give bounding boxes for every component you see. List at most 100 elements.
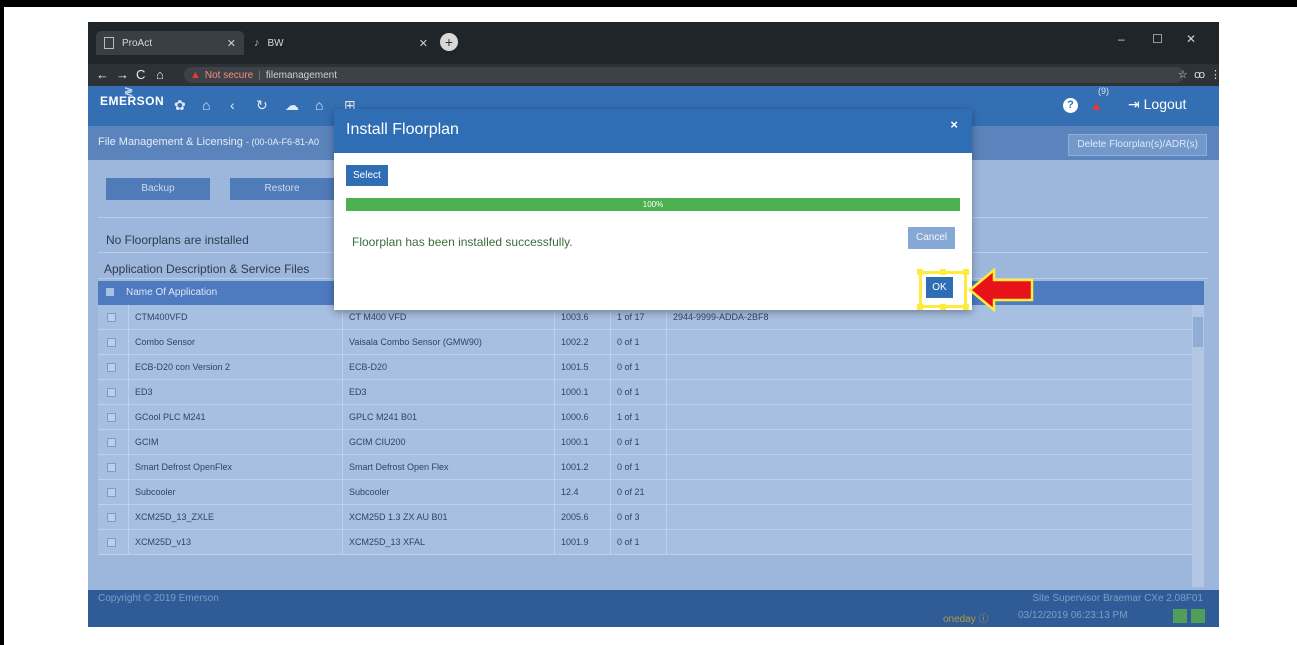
table-row[interactable]: Subcooler Subcooler 12.4 0 of 21	[98, 480, 1192, 505]
modal-header: Install Floorplan ×	[334, 109, 972, 153]
row-checkbox[interactable]	[107, 388, 116, 397]
browser-tab-bar: ProAct ✕ ♪ BW ✕ + – ☐ ✕	[88, 22, 1219, 64]
row-checkbox[interactable]	[107, 513, 116, 522]
browser-tab-bw[interactable]: ♪ BW ✕	[246, 31, 436, 55]
alarm-count: (9)	[1098, 86, 1109, 96]
copyright-text: Copyright © 2019 Emerson	[98, 593, 219, 604]
select-file-button[interactable]: Select	[346, 165, 388, 186]
home-icon[interactable]: ⌂	[202, 97, 210, 113]
info-icon: ⓘ	[978, 614, 989, 625]
url-field[interactable]: ▲ Not secure | filemanagement	[184, 67, 1184, 83]
new-tab-button[interactable]: +	[440, 33, 458, 51]
row-checkbox-cell	[98, 505, 128, 529]
table-row[interactable]: XCM25D_13_ZXLE XCM25D 1.3 ZX AU B01 2005…	[98, 505, 1192, 530]
install-progress-bar: 100%	[346, 198, 960, 211]
highlight-handle	[940, 269, 946, 275]
cell-license	[666, 530, 1192, 554]
refresh-icon[interactable]: ↻	[256, 97, 268, 114]
row-checkbox-cell	[98, 305, 128, 329]
close-window-icon[interactable]: ✕	[1186, 32, 1196, 46]
table-row[interactable]: ECB-D20 con Version 2 ECB-D20 1001.5 0 o…	[98, 355, 1192, 380]
row-checkbox[interactable]	[107, 363, 116, 372]
back-icon[interactable]: ‹	[230, 97, 235, 113]
browser-tab-proact[interactable]: ProAct ✕	[96, 31, 244, 55]
cell-license	[666, 430, 1192, 454]
maximize-icon[interactable]: ☐	[1152, 32, 1163, 46]
table-row[interactable]: Smart Defrost OpenFlex Smart Defrost Ope…	[98, 455, 1192, 480]
red-arrow-icon	[968, 268, 1034, 312]
page-title-text: File Management & Licensing	[98, 136, 243, 148]
menu-dots-icon[interactable]: ⋮	[1210, 68, 1219, 81]
cell-count: 0 of 1	[610, 530, 666, 554]
table-row[interactable]: GCool PLC M241 GPLC M241 B01 1000.6 1 of…	[98, 405, 1192, 430]
app-description-heading: Application Description & Service Files	[104, 262, 310, 276]
logout-button[interactable]: ⇥ Logout	[1128, 96, 1186, 113]
cell-name: XCM25D_v13	[128, 530, 342, 554]
cell-count: 0 of 1	[610, 430, 666, 454]
close-icon[interactable]: ×	[950, 117, 958, 132]
cell-name: ECB-D20 con Version 2	[128, 355, 342, 379]
alarm-icon[interactable]: ▲	[1090, 98, 1103, 113]
store-icon[interactable]: ⌂	[315, 97, 323, 113]
table-row[interactable]: ED3 ED3 1000.1 0 of 1	[98, 380, 1192, 405]
close-tab-icon[interactable]: ✕	[419, 37, 428, 50]
help-icon[interactable]: ?	[1063, 98, 1078, 113]
forward-arrow-icon[interactable]: →	[116, 67, 129, 82]
logout-label: Logout	[1143, 96, 1187, 112]
table-row[interactable]: XCM25D_v13 XCM25D_13 XFAL 1001.9 0 of 1	[98, 530, 1192, 555]
row-checkbox[interactable]	[107, 488, 116, 497]
device-id: - (00-0A-F6-81-A0	[245, 137, 320, 147]
row-checkbox[interactable]	[107, 313, 116, 322]
star-icon[interactable]: ☆	[1178, 68, 1188, 81]
cell-name: XCM25D_13_ZXLE	[128, 505, 342, 529]
no-floorplans-text: No Floorplans are installed	[106, 233, 249, 247]
reload-icon[interactable]: C	[136, 67, 145, 82]
table-scrollbar[interactable]	[1192, 305, 1204, 587]
extension-icon[interactable]: ꝏ	[1194, 68, 1205, 81]
close-tab-icon[interactable]: ✕	[227, 37, 236, 50]
row-checkbox[interactable]	[107, 538, 116, 547]
emerson-logo[interactable]: ≷ EMERSON	[100, 86, 164, 108]
cell-version: 1000.1	[554, 380, 610, 404]
cell-description: ED3	[342, 380, 554, 404]
row-checkbox-cell	[98, 530, 128, 554]
app-footer: Copyright © 2019 Emerson Site Supervisor…	[88, 590, 1219, 627]
row-checkbox[interactable]	[107, 438, 116, 447]
row-checkbox-cell	[98, 430, 128, 454]
cancel-button[interactable]: Cancel	[908, 227, 956, 249]
cell-description: XCM25D_13 XFAL	[342, 530, 554, 554]
scrollbar-thumb[interactable]	[1193, 317, 1203, 347]
minimize-icon[interactable]: –	[1118, 32, 1125, 46]
table-row[interactable]: GCIM GCIM CIU200 1000.1 0 of 1	[98, 430, 1192, 455]
cell-license	[666, 480, 1192, 504]
cell-license	[666, 380, 1192, 404]
backup-button[interactable]: Backup	[106, 178, 210, 200]
row-checkbox-cell	[98, 380, 128, 404]
cell-count: 0 of 1	[610, 355, 666, 379]
row-checkbox-cell	[98, 355, 128, 379]
back-arrow-icon[interactable]: ←	[96, 67, 109, 82]
modal-title: Install Floorplan	[346, 121, 459, 138]
cell-description: Vaisala Combo Sensor (GMW90)	[342, 330, 554, 354]
install-floorplan-modal: Install Floorplan × Select 100% Floorpla…	[334, 109, 972, 310]
table-row[interactable]: Combo Sensor Vaisala Combo Sensor (GMW90…	[98, 330, 1192, 355]
page-title: File Management & Licensing - (00-0A-F6-…	[98, 136, 319, 148]
delete-floorplans-button[interactable]: Delete Floorplan(s)/ADR(s)	[1068, 134, 1207, 156]
warning-icon: ▲	[190, 69, 201, 81]
restore-button[interactable]: Restore	[230, 178, 334, 200]
cell-version: 12.4	[554, 480, 610, 504]
cell-count: 0 of 3	[610, 505, 666, 529]
row-checkbox[interactable]	[107, 338, 116, 347]
row-checkbox[interactable]	[107, 413, 116, 422]
datetime-text: 03/12/2019 06:23:13 PM	[1018, 610, 1128, 621]
highlight-handle	[917, 304, 923, 310]
version-text: Site Supervisor Braemar CXe 2.08F01	[1032, 593, 1203, 604]
row-checkbox[interactable]	[107, 463, 116, 472]
select-all-checkbox[interactable]	[106, 288, 114, 296]
home-browser-icon[interactable]: ⌂	[156, 67, 164, 82]
oneday-link[interactable]: oneday ⓘ	[943, 610, 989, 625]
cell-description: XCM25D 1.3 ZX AU B01	[342, 505, 554, 529]
url-text: filemanagement	[265, 69, 338, 81]
gear-icon[interactable]: ✿	[174, 97, 186, 114]
cloud-icon[interactable]: ☁	[285, 97, 299, 114]
